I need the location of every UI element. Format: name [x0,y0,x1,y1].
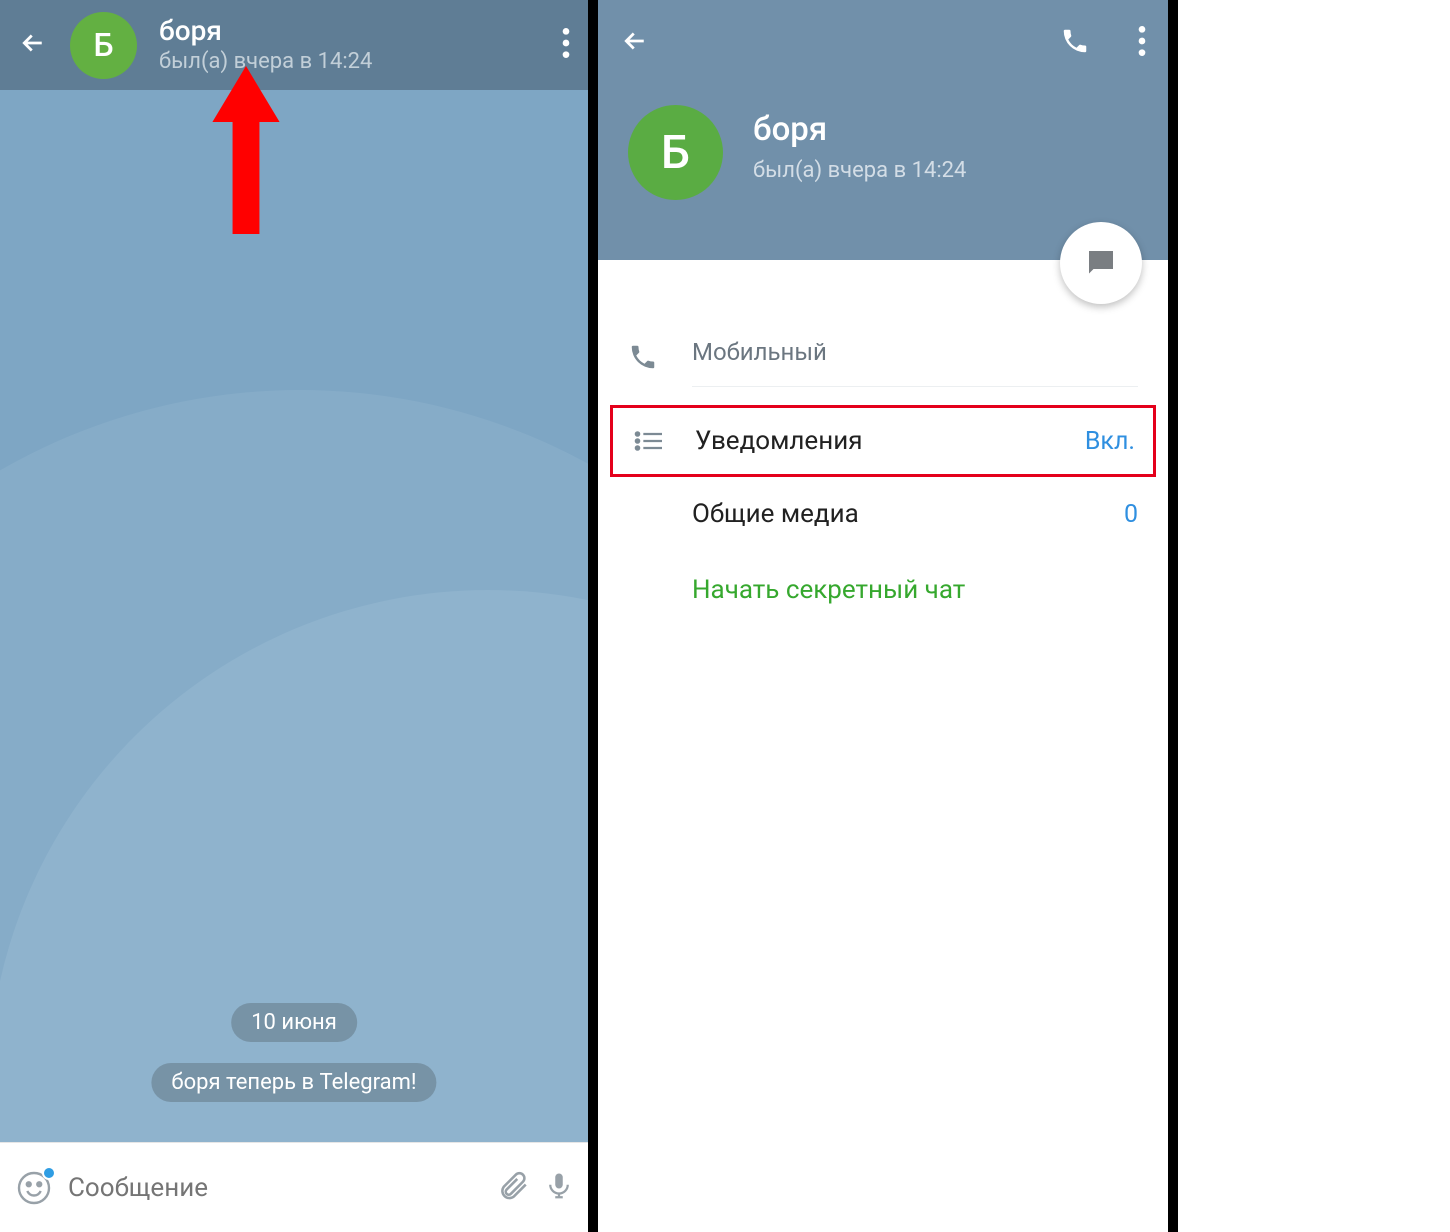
message-fab[interactable] [1060,222,1142,304]
back-button[interactable] [18,28,48,62]
paperclip-icon [496,1169,530,1203]
call-button[interactable] [1060,26,1090,60]
arrow-left-icon [18,28,48,58]
date-separator: 10 июня [231,1003,357,1042]
notifications-row[interactable]: Уведомления Вкл. [613,408,1153,474]
back-button[interactable] [620,26,650,60]
chat-title: боря [159,14,540,48]
emoji-button[interactable] [14,1168,54,1208]
profile-status: был(а) вчера в 14:24 [753,158,966,183]
phone-icon [1060,26,1090,56]
avatar[interactable]: Б [70,12,137,79]
annotation-arrow [211,66,281,238]
phone-type-label: Мобильный [692,338,827,366]
secret-chat-button[interactable]: Начать секретный чат [598,551,1168,629]
shared-media-row[interactable]: Общие медиа 0 [598,477,1168,551]
notifications-value: Вкл. [1085,427,1135,456]
profile-name: боря [753,110,827,149]
notification-dot-icon [42,1166,56,1180]
avatar[interactable]: Б [628,105,723,200]
phone-icon [628,342,662,376]
voice-button[interactable] [544,1168,574,1208]
shared-media-value: 0 [1124,500,1138,529]
attach-button[interactable] [496,1169,530,1207]
microphone-icon [544,1168,574,1204]
chat-icon [1083,245,1119,281]
list-icon [634,430,662,452]
shared-media-label: Общие медиа [692,499,859,529]
more-button[interactable] [1138,26,1146,60]
more-vertical-icon [1138,26,1146,56]
notifications-label: Уведомления [695,426,863,456]
chat-background: 10 июня боря теперь в Telegram! [0,90,588,1142]
more-vertical-icon [562,28,570,58]
arrow-left-icon [620,26,650,56]
annotation-highlight: Уведомления Вкл. [610,405,1156,477]
system-message: боря теперь в Telegram! [151,1063,436,1102]
message-input[interactable] [68,1173,482,1203]
more-button[interactable] [562,28,570,62]
